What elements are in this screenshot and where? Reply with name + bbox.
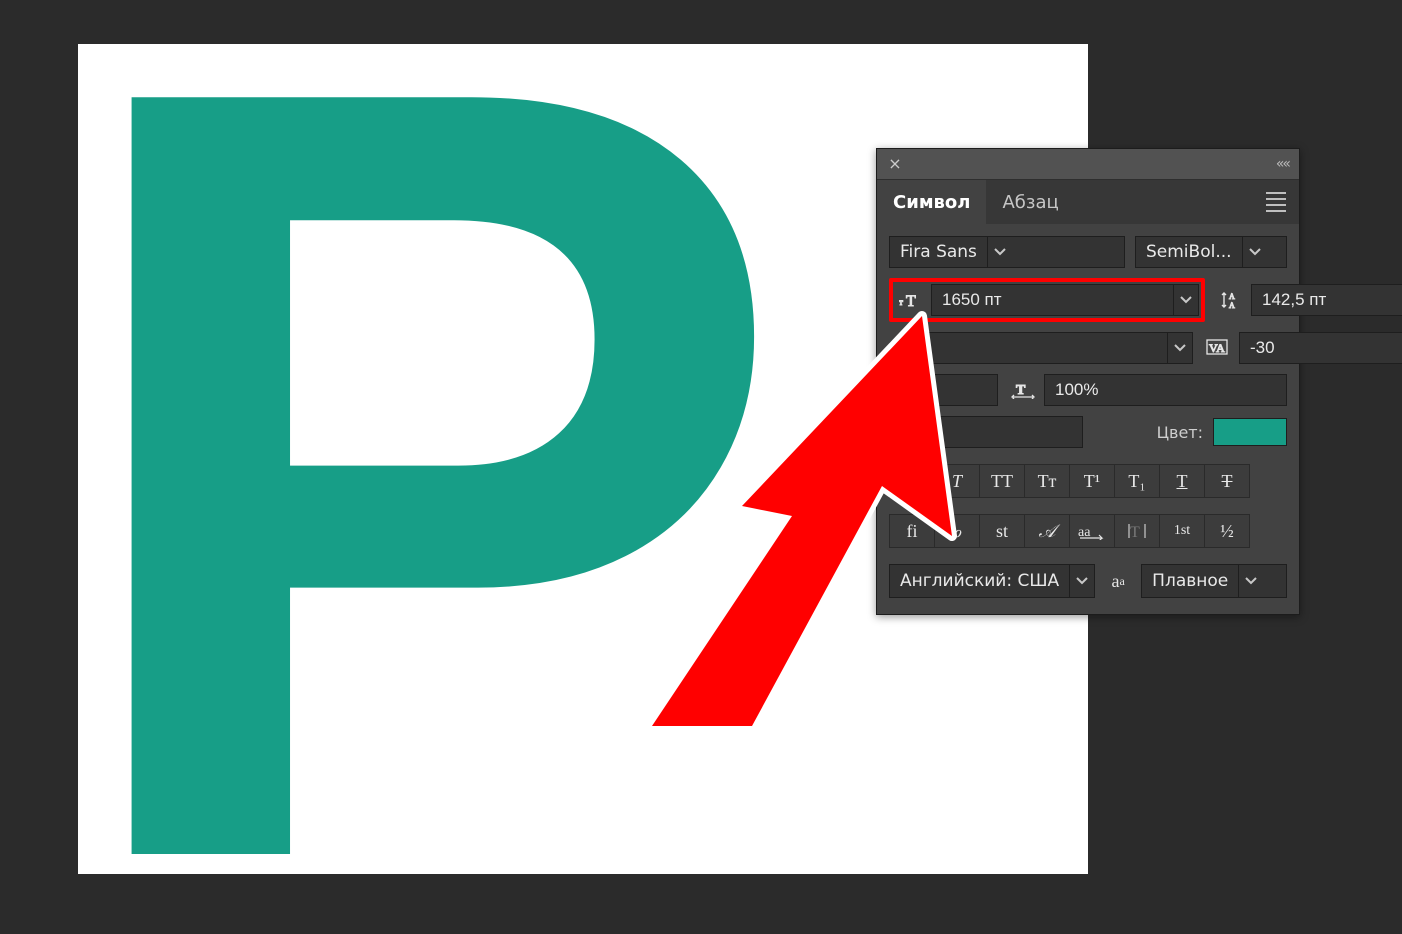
- leading-input[interactable]: [1252, 285, 1402, 315]
- font-size-input[interactable]: [932, 285, 1173, 315]
- kerning-input[interactable]: [926, 333, 1167, 363]
- antialias-icon: aa: [1105, 564, 1131, 598]
- strikethrough-button[interactable]: T: [1204, 464, 1250, 498]
- color-label: Цвет:: [1157, 423, 1203, 442]
- svg-text:T: T: [906, 293, 916, 309]
- close-icon[interactable]: ×: [887, 156, 903, 172]
- type-style-buttons: T T TT Tᴛ T¹ T₁ T T: [889, 464, 1287, 498]
- fractions-button[interactable]: ½: [1204, 514, 1250, 548]
- leading-combo[interactable]: [1251, 284, 1402, 316]
- chevron-down-icon[interactable]: [987, 237, 1012, 267]
- ordinals-button[interactable]: 1st: [1159, 514, 1205, 548]
- svg-text:A: A: [1229, 301, 1235, 310]
- bold-button[interactable]: T: [889, 464, 935, 498]
- tab-character[interactable]: Символ: [877, 180, 986, 224]
- stylistic-alt-button[interactable]: aa: [1069, 514, 1115, 548]
- svg-text:VA: VA: [1209, 341, 1225, 355]
- kerning-combo[interactable]: [925, 332, 1193, 364]
- character-panel: × «« Символ Абзац Fira Sans SemiBol... т…: [876, 148, 1300, 615]
- text-color-swatch[interactable]: [1213, 418, 1287, 446]
- font-family-value: Fira Sans: [890, 237, 987, 267]
- swash-button[interactable]: 𝒜: [1024, 514, 1070, 548]
- svg-text:T: T: [1130, 524, 1140, 540]
- allcaps-button[interactable]: TT: [979, 464, 1025, 498]
- svg-text:T: T: [1016, 383, 1026, 398]
- chevron-down-icon[interactable]: [1173, 285, 1198, 315]
- contextual-alt-button[interactable]: ℴ: [934, 514, 980, 548]
- kerning-icon: V/A: [889, 339, 919, 357]
- underline-button[interactable]: T: [1159, 464, 1205, 498]
- leading-icon: AA: [1215, 290, 1245, 310]
- svg-text:т: т: [899, 297, 903, 307]
- chevron-down-icon[interactable]: [1167, 333, 1192, 363]
- horizontal-scale-combo[interactable]: [1044, 374, 1287, 406]
- antialias-value: Плавное: [1142, 565, 1238, 597]
- tab-paragraph[interactable]: Абзац: [986, 180, 1074, 224]
- font-size-combo[interactable]: [931, 284, 1199, 316]
- baseline-shift-input[interactable]: [890, 417, 1082, 447]
- titling-alt-button[interactable]: T: [1114, 514, 1160, 548]
- horizontal-scale-icon: T: [1008, 381, 1038, 399]
- font-style-combo[interactable]: SemiBol...: [1135, 236, 1287, 268]
- font-family-combo[interactable]: Fira Sans: [889, 236, 1125, 268]
- language-combo[interactable]: Английский: США: [889, 564, 1095, 598]
- discretionary-lig-button[interactable]: st: [979, 514, 1025, 548]
- svg-text:A: A: [1229, 292, 1235, 301]
- font-size-group-highlighted: тT: [889, 278, 1205, 322]
- glyph-P: P: [58, 34, 792, 934]
- vertical-scale-combo[interactable]: [889, 374, 998, 406]
- antialias-combo[interactable]: Плавное: [1141, 564, 1287, 598]
- collapse-icon[interactable]: ««: [1276, 156, 1289, 172]
- panel-titlebar: × ««: [877, 149, 1299, 180]
- opentype-buttons: fi ℴ st 𝒜 aa T 1st ½: [889, 514, 1287, 548]
- font-size-icon: тT: [895, 291, 925, 309]
- panel-menu-icon[interactable]: [1263, 180, 1289, 224]
- panel-tabs: Символ Абзац: [877, 180, 1299, 224]
- tracking-input[interactable]: [1240, 333, 1402, 363]
- subscript-button[interactable]: T₁: [1114, 464, 1160, 498]
- ligatures-button[interactable]: fi: [889, 514, 935, 548]
- chevron-down-icon[interactable]: [1238, 565, 1263, 597]
- tracking-combo[interactable]: [1239, 332, 1402, 364]
- italic-button[interactable]: T: [934, 464, 980, 498]
- superscript-button[interactable]: T¹: [1069, 464, 1115, 498]
- smallcaps-button[interactable]: Tᴛ: [1024, 464, 1070, 498]
- tracking-icon: VA: [1203, 339, 1233, 357]
- font-style-value: SemiBol...: [1136, 237, 1242, 267]
- language-value: Английский: США: [890, 565, 1069, 597]
- svg-text:V/A: V/A: [892, 342, 916, 357]
- vertical-scale-input[interactable]: [890, 375, 997, 405]
- chevron-down-icon[interactable]: [1242, 237, 1267, 267]
- baseline-shift-combo[interactable]: [889, 416, 1083, 448]
- chevron-down-icon[interactable]: [1069, 565, 1094, 597]
- horizontal-scale-input[interactable]: [1045, 375, 1286, 405]
